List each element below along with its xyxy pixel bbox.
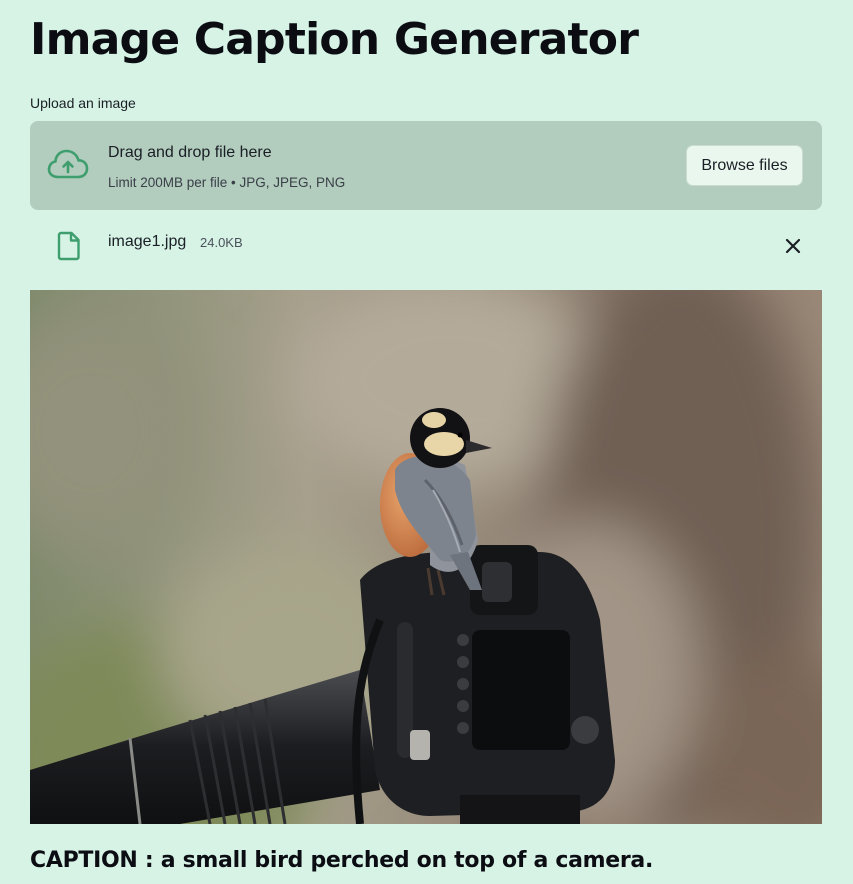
dropzone-limit-text: Limit 200MB per file • JPG, JPEG, PNG bbox=[108, 175, 346, 190]
uploaded-image-preview bbox=[30, 290, 822, 824]
uploaded-file-size: 24.0KB bbox=[200, 235, 243, 250]
caption-result: CAPTION : a small bird perched on top of… bbox=[30, 848, 654, 873]
file-dropzone[interactable]: Drag and drop file here Limit 200MB per … bbox=[30, 121, 822, 210]
uploaded-file-name: image1.jpg bbox=[108, 233, 187, 250]
page-title: Image Caption Generator bbox=[30, 14, 639, 65]
upload-label: Upload an image bbox=[30, 95, 136, 111]
cloud-upload-icon bbox=[47, 148, 89, 187]
browse-files-button[interactable]: Browse files bbox=[686, 145, 803, 186]
file-icon bbox=[57, 231, 81, 266]
close-icon[interactable] bbox=[782, 235, 804, 257]
uploaded-file-item: image1.jpg 24.0KB bbox=[30, 226, 822, 266]
dropzone-instructions: Drag and drop file here bbox=[108, 144, 272, 161]
